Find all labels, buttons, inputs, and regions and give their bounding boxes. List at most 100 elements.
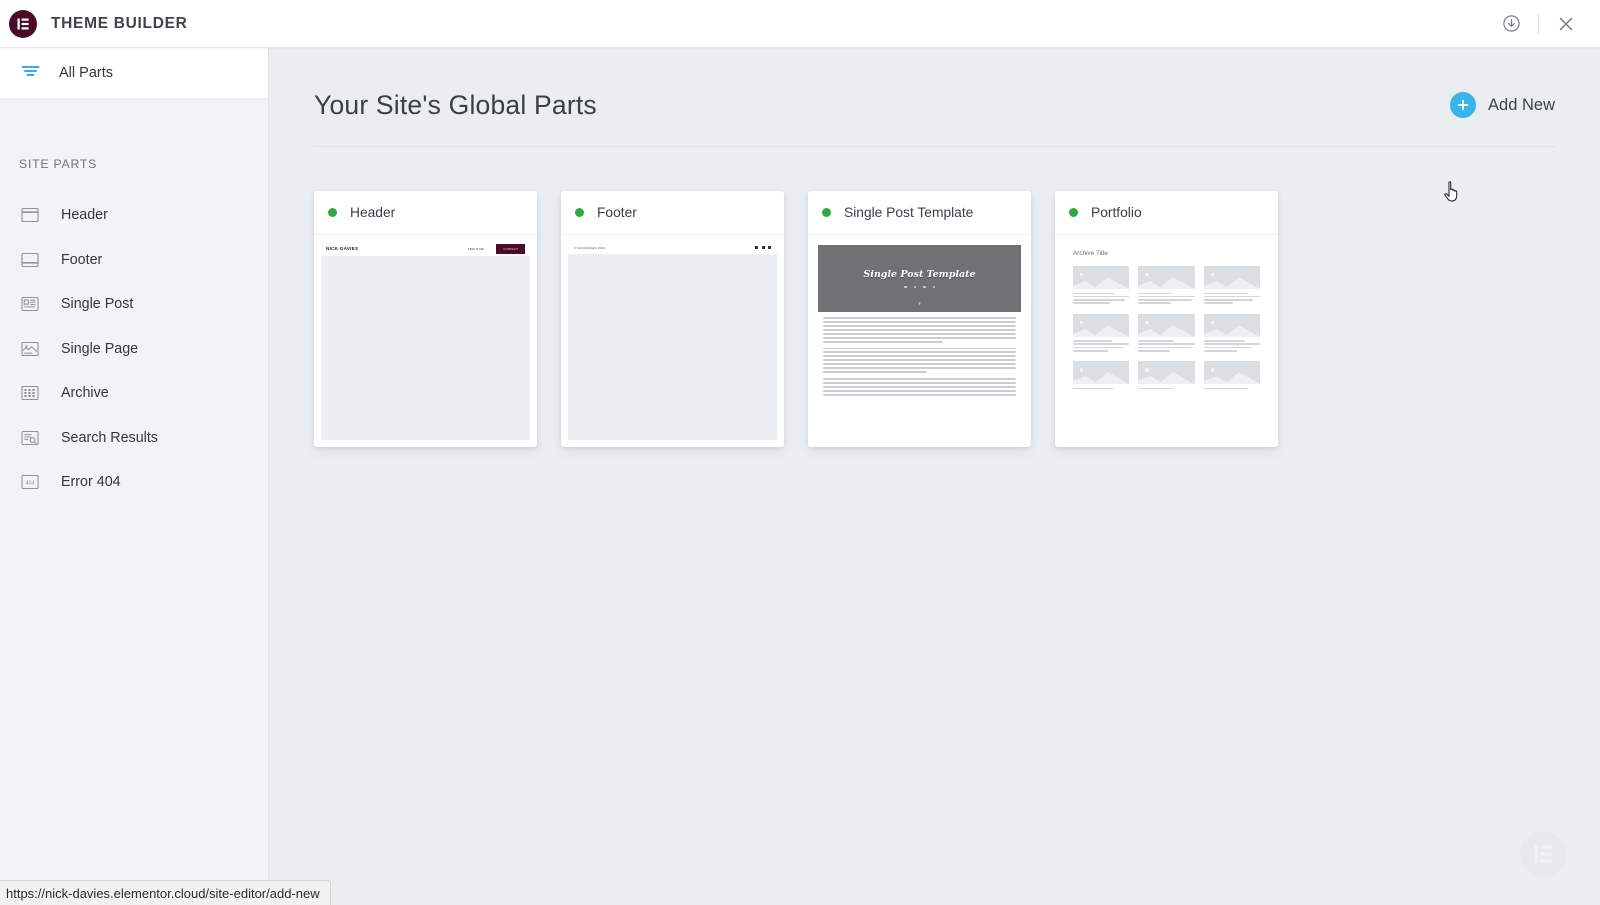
image-placeholder-icon [1203, 266, 1260, 289]
preview-hero: Single Post Template ▾ [818, 245, 1021, 312]
sidebar-item-header-label: Header [61, 207, 108, 224]
sidebar-item-single-post-label: Single Post [61, 296, 134, 313]
filter-icon [21, 64, 40, 83]
part-card-portfolio[interactable]: Portfolio Archive Title [1055, 191, 1278, 447]
card-preview: Single Post Template ▾ [808, 235, 1031, 447]
preview-archive-item [1073, 266, 1130, 306]
toolbar-divider [1538, 13, 1539, 34]
header-layout-icon [19, 205, 40, 226]
preview-archive-item [1138, 313, 1195, 354]
preview-archive-grid [1073, 266, 1260, 391]
main-content: Your Site's Global Parts Add New Header … [269, 48, 1600, 905]
preview-archive-item [1073, 361, 1130, 391]
card-title: Footer [597, 205, 637, 220]
svg-text:404: 404 [25, 481, 34, 487]
card-header: Single Post Template [808, 191, 1031, 235]
single-post-preview: Single Post Template ▾ [815, 241, 1024, 440]
top-bar-actions [1493, 0, 1600, 48]
sidebar-item-footer[interactable]: Footer [0, 238, 268, 283]
preview-nav-bar: NICK·DAVIES ABOUT ME CONTACT [321, 241, 530, 256]
sidebar-item-archive-label: Archive [61, 385, 109, 402]
preview-page: Archive Title [1062, 241, 1271, 440]
sidebar: All Parts SITE PARTS Header Footer Singl… [0, 48, 269, 905]
image-placeholder-icon [1138, 266, 1195, 289]
error-404-icon: 404 [19, 472, 40, 493]
add-new-button[interactable]: Add New [1450, 92, 1555, 118]
mouse-cursor [1443, 180, 1463, 209]
preview-copyright: © NICKDAVIES 2020 [574, 245, 606, 250]
status-badge [822, 208, 831, 217]
card-preview: © NICKDAVIES 2020 [561, 235, 784, 447]
preview-archive-item [1138, 361, 1195, 391]
sidebar-item-all-parts[interactable]: All Parts [0, 48, 268, 98]
preview-body-fill [568, 254, 777, 440]
status-bar-url: https://nick-davies.elementor.cloud/site… [0, 880, 331, 905]
single-page-icon [19, 338, 40, 359]
part-card-footer[interactable]: Footer © NICKDAVIES 2020 [561, 191, 784, 447]
part-card-header[interactable]: Header NICK·DAVIES ABOUT ME CONTACT [314, 191, 537, 447]
image-placeholder-icon [1138, 361, 1195, 385]
preview-archive-item [1203, 266, 1260, 306]
preview-paragraph [823, 317, 1016, 343]
status-badge [328, 208, 337, 217]
instagram-icon [768, 246, 771, 249]
page-header: Your Site's Global Parts Add New [269, 48, 1600, 153]
elementor-logo-icon[interactable] [9, 9, 37, 38]
download-circle-icon[interactable] [1493, 0, 1529, 48]
portfolio-preview: Archive Title [1062, 241, 1271, 440]
preview-paragraph [823, 347, 1016, 373]
status-badge [1069, 208, 1078, 217]
preview-paragraph [823, 378, 1016, 396]
part-card-single-post-template[interactable]: Single Post Template Single Post Templat… [808, 191, 1031, 447]
facebook-icon [755, 246, 758, 249]
top-bar: THEME BUILDER [0, 0, 1600, 48]
search-results-icon [19, 427, 40, 448]
theme-builder-app: THEME BUILDER All Parts SITE PARTS Heade… [0, 0, 1600, 905]
status-badge [575, 208, 584, 217]
preview-page: Single Post Template ▾ [815, 241, 1024, 440]
header-divider [314, 146, 1555, 147]
sidebar-item-footer-label: Footer [61, 251, 103, 268]
preview-logo: NICK·DAVIES [326, 246, 359, 251]
preview-contact-button: CONTACT [496, 243, 525, 254]
preview-archive-item [1138, 266, 1195, 306]
image-placeholder-icon [1073, 313, 1130, 337]
card-preview: Archive Title [1055, 235, 1278, 447]
card-preview: NICK·DAVIES ABOUT ME CONTACT [314, 235, 537, 447]
sidebar-item-all-parts-label: All Parts [59, 65, 113, 81]
preview-archive-item [1203, 313, 1260, 354]
preview-nav-link: ABOUT ME [467, 246, 485, 251]
single-post-icon [19, 294, 40, 315]
preview-hero-title: Single Post Template [863, 268, 976, 280]
sidebar-item-single-page[interactable]: Single Page [0, 327, 268, 372]
app-title: THEME BUILDER [51, 14, 188, 32]
card-title: Header [350, 205, 396, 220]
sidebar-item-search-results-label: Search Results [61, 429, 158, 446]
footer-layout-icon [19, 249, 40, 270]
close-icon[interactable] [1548, 0, 1584, 48]
sidebar-item-archive[interactable]: Archive [0, 371, 268, 416]
sidebar-section-label: SITE PARTS [19, 157, 98, 171]
sidebar-item-search-results[interactable]: Search Results [0, 416, 268, 461]
parts-grid: Header NICK·DAVIES ABOUT ME CONTACT Foot… [314, 191, 1278, 447]
preview-social-icons [755, 246, 771, 249]
image-placeholder-icon [1138, 313, 1195, 337]
plus-circle-icon [1450, 92, 1477, 118]
card-title: Portfolio [1091, 205, 1142, 220]
sidebar-item-error-404-label: Error 404 [61, 474, 121, 491]
elementor-watermark-icon [1520, 831, 1566, 877]
image-placeholder-icon [1073, 266, 1130, 289]
card-header: Header [314, 191, 537, 235]
sidebar-nav-list: Header Footer Single Post Single Page Ar… [0, 193, 268, 505]
preview-footer-bar: © NICKDAVIES 2020 [568, 241, 777, 254]
card-title: Single Post Template [844, 205, 974, 220]
sidebar-item-error-404[interactable]: 404 Error 404 [0, 460, 268, 505]
footer-preview: © NICKDAVIES 2020 [568, 241, 777, 440]
image-placeholder-icon [1203, 361, 1260, 385]
twitter-icon [761, 246, 765, 249]
sidebar-item-header[interactable]: Header [0, 193, 268, 238]
card-header: Portfolio [1055, 191, 1278, 235]
preview-archive-item [1203, 361, 1260, 391]
archive-grid-icon [19, 383, 40, 404]
sidebar-item-single-post[interactable]: Single Post [0, 282, 268, 327]
